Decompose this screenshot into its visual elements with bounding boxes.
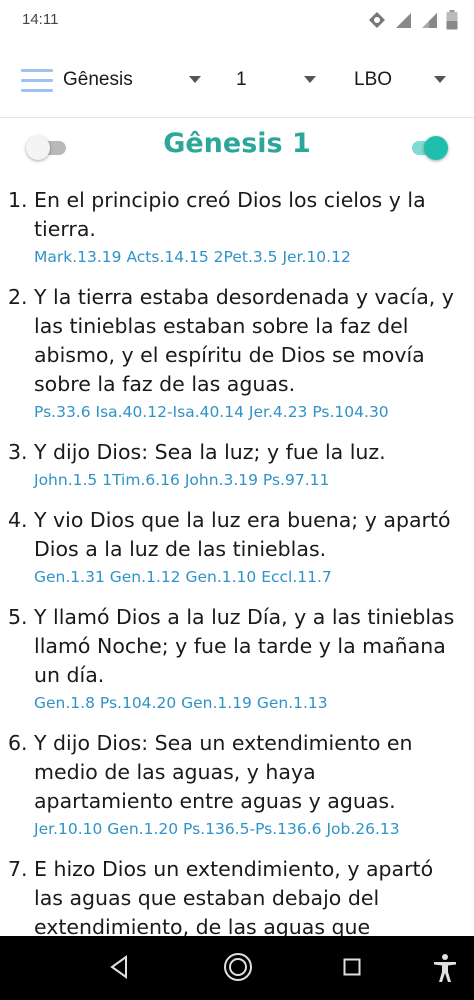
chevron-down-icon <box>304 76 316 83</box>
verse-item[interactable]: 3. Y dijo Dios: Sea la luz; y fue la luz… <box>0 438 474 491</box>
back-icon[interactable] <box>106 952 132 982</box>
verse-cross-references[interactable]: Mark.13.19 Acts.14.15 2Pet.3.5 Jer.10.12 <box>34 246 458 268</box>
vpn-key-icon <box>369 12 385 28</box>
verse-text: Y la tierra estaba desordenada y vacía, … <box>34 285 454 396</box>
home-icon[interactable] <box>222 951 254 983</box>
verse-item[interactable]: 2. Y la tierra estaba desordenada y vací… <box>0 283 474 423</box>
version-dropdown[interactable]: LBO <box>354 64 464 96</box>
verse-list[interactable]: 1. En el principio creó Dios los cielos … <box>0 186 474 936</box>
menu-icon[interactable] <box>21 69 53 93</box>
verse-number: 5. <box>8 605 28 629</box>
verse-number: 1. <box>8 188 28 212</box>
right-toggle-switch[interactable] <box>408 136 450 160</box>
status-time: 14:11 <box>22 11 59 28</box>
verse-cross-references[interactable]: John.1.5 1Tim.6.16 John.3.19 Ps.97.11 <box>34 469 458 491</box>
verse-number: 7. <box>8 857 28 881</box>
verse-cross-references[interactable]: Gen.1.31 Gen.1.12 Gen.1.10 Eccl.11.7 <box>34 566 458 588</box>
chevron-down-icon <box>189 76 201 83</box>
verse-cross-references[interactable]: Jer.10.10 Gen.1.20 Ps.136.5-Ps.136.6 Job… <box>34 818 458 840</box>
verse-text: En el principio creó Dios los cielos y l… <box>34 188 426 241</box>
verse-number: 4. <box>8 508 28 532</box>
toggle-thumb <box>424 136 448 160</box>
navigation-bar <box>0 936 474 1000</box>
chapter-dropdown[interactable]: 1 <box>236 64 332 96</box>
verse-text: Y vio Dios que la luz era buena; y apart… <box>34 508 451 561</box>
chevron-down-icon <box>434 76 446 83</box>
book-dropdown[interactable]: Gênesis <box>63 64 213 96</box>
verse-number: 3. <box>8 440 28 464</box>
status-icons <box>368 10 458 30</box>
verse-item[interactable]: 4. Y vio Dios que la luz era buena; y ap… <box>0 506 474 588</box>
verse-number: 2. <box>8 285 28 309</box>
status-bar: 14:11 <box>0 0 474 42</box>
signal-icon <box>396 13 411 28</box>
chapter-dropdown-label: 1 <box>236 69 247 90</box>
verse-text: Y llamó Dios a la luz Día, y a las tinie… <box>34 605 455 687</box>
verse-item[interactable]: 7. E hizo Dios un extendimiento, y apart… <box>0 855 474 936</box>
signal-icon <box>422 13 437 28</box>
page-title: Gênesis 1 <box>163 128 311 159</box>
verse-item[interactable]: 1. En el principio creó Dios los cielos … <box>0 186 474 268</box>
verse-item[interactable]: 5. Y llamó Dios a la luz Día, y a las ti… <box>0 603 474 714</box>
toolbar: Gênesis 1 LBO <box>0 42 474 118</box>
verse-cross-references[interactable]: Gen.1.8 Ps.104.20 Gen.1.19 Gen.1.13 <box>34 692 458 714</box>
verse-cross-references[interactable]: Ps.33.6 Isa.40.12-Isa.40.14 Jer.4.23 Ps.… <box>34 401 458 423</box>
verse-text: Y dijo Dios: Sea la luz; y fue la luz. <box>34 440 386 464</box>
verse-number: 6. <box>8 731 28 755</box>
book-dropdown-label: Gênesis <box>63 69 133 90</box>
verse-text: E hizo Dios un extendimiento, y apartó l… <box>34 857 434 936</box>
verse-item[interactable]: 6. Y dijo Dios: Sea un extendimiento en … <box>0 729 474 840</box>
battery-icon <box>446 10 458 30</box>
version-dropdown-label: LBO <box>354 69 393 90</box>
verse-text: Y dijo Dios: Sea un extendimiento en med… <box>34 731 413 813</box>
accessibility-icon[interactable] <box>432 953 458 983</box>
chapter-header: Gênesis 1 <box>0 122 474 174</box>
recents-icon[interactable] <box>343 958 361 976</box>
